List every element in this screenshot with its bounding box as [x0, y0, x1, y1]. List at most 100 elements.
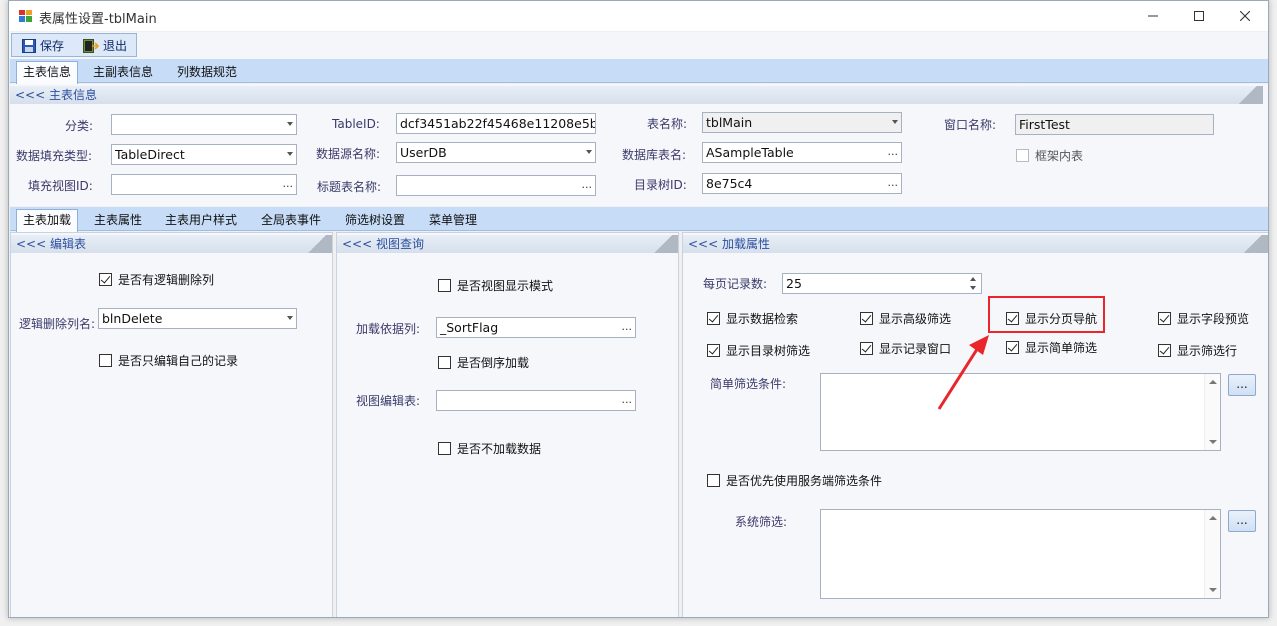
- exit-button[interactable]: 退出: [83, 37, 127, 54]
- treeid-value: 8e75c4: [706, 176, 753, 191]
- close-button[interactable]: [1222, 1, 1268, 31]
- datasource-value: UserDB: [400, 145, 447, 160]
- tab-menu-manage[interactable]: 菜单管理: [423, 210, 483, 231]
- tableid-field[interactable]: dcf3451ab22f45468e11208e5b849: [396, 113, 596, 134]
- ellipsis-icon[interactable]: ...: [283, 175, 294, 192]
- system-filter-browse-button[interactable]: ...: [1228, 510, 1256, 532]
- has-logic-delete-checkbox[interactable]: 是否有逻辑删除列: [99, 271, 214, 287]
- ellipsis-icon[interactable]: ...: [622, 318, 633, 335]
- spinner-arrows-icon[interactable]: [969, 275, 979, 292]
- category-dropdown[interactable]: [111, 114, 297, 135]
- view-query-header-text: <<< 视图查询: [342, 237, 424, 251]
- view-mode-label: 是否视图显示模式: [457, 278, 554, 293]
- desc-load-checkbox[interactable]: 是否倒序加载: [438, 354, 529, 370]
- show-filter-row-checkbox[interactable]: 显示筛选行: [1158, 342, 1237, 358]
- fillview-field[interactable]: ...: [111, 174, 297, 195]
- simple-filter-textarea[interactable]: [820, 373, 1221, 451]
- category-label: 分类:: [65, 119, 94, 133]
- simple-filter-label: 简单筛选条件:: [710, 377, 787, 391]
- dbtable-field[interactable]: ASampleTable ...: [702, 142, 902, 163]
- tab-column-spec[interactable]: 列数据规范: [171, 62, 243, 83]
- frame-inner-label: 框架内表: [1035, 148, 1084, 163]
- simple-filter-browse-button[interactable]: ...: [1228, 374, 1256, 396]
- no-load-checkbox[interactable]: 是否不加载数据: [438, 440, 541, 456]
- titletable-field[interactable]: ...: [396, 175, 596, 196]
- datasource-dropdown[interactable]: UserDB: [396, 142, 596, 163]
- header-corner: [302, 235, 332, 253]
- ellipsis-icon[interactable]: ...: [582, 176, 593, 193]
- main-info-header-text: <<< 主表信息: [15, 88, 97, 102]
- main-info-header: <<< 主表信息: [10, 86, 1263, 104]
- ellipsis-icon[interactable]: ...: [888, 143, 899, 160]
- show-simple-filter-checkbox[interactable]: 显示简单筛选: [1006, 339, 1097, 355]
- tab-main-sub-info[interactable]: 主副表信息: [87, 62, 159, 83]
- minimize-button[interactable]: [1130, 1, 1176, 31]
- load-by-label: 加载依据列:: [356, 322, 421, 336]
- tab-user-style[interactable]: 主表用户样式: [159, 210, 243, 231]
- desc-load-label: 是否倒序加载: [457, 355, 530, 370]
- load-by-field[interactable]: _SortFlag ...: [436, 317, 636, 338]
- dbtable-label: 数据库表名:: [622, 148, 687, 162]
- tablename-dropdown[interactable]: tblMain: [702, 112, 902, 133]
- page-size-spinner[interactable]: 25: [782, 273, 982, 294]
- show-adv-filter-checkbox[interactable]: 显示高级筛选: [860, 310, 951, 326]
- ellipsis-icon[interactable]: ...: [622, 391, 633, 408]
- view-edit-label: 视图编辑表:: [356, 394, 421, 408]
- sub-tab-strip: 主表加载 主表属性 主表用户样式 全局表事件 筛选树设置 菜单管理: [10, 207, 1268, 232]
- treeid-label: 目录树ID:: [634, 178, 687, 192]
- scrollbar[interactable]: [1204, 510, 1220, 598]
- tablename-label: 表名称:: [647, 117, 688, 131]
- windowname-field[interactable]: FirstTest: [1015, 114, 1214, 135]
- edit-own-only-checkbox[interactable]: 是否只编辑自己的记录: [99, 352, 238, 368]
- tableid-value: dcf3451ab22f45468e11208e5b849: [400, 116, 595, 131]
- filltype-dropdown[interactable]: TableDirect: [111, 144, 297, 165]
- show-tree-filter-label: 显示目录树筛选: [726, 343, 811, 358]
- checkbox-box: [707, 343, 720, 357]
- system-filter-textarea[interactable]: [820, 509, 1221, 599]
- edit-own-only-label: 是否只编辑自己的记录: [118, 353, 239, 368]
- logic-delete-label: 逻辑删除列名:: [19, 317, 96, 331]
- tab-global-events[interactable]: 全局表事件: [255, 210, 327, 231]
- tab-main-info[interactable]: 主表信息: [16, 61, 79, 84]
- tablename-value: tblMain: [706, 115, 753, 130]
- checkbox-box: [438, 441, 451, 455]
- chevron-down-icon: [287, 316, 293, 320]
- chevron-down-icon: [287, 152, 293, 156]
- show-field-preview-label: 显示字段预览: [1177, 311, 1250, 326]
- show-field-preview-checkbox[interactable]: 显示字段预览: [1158, 310, 1249, 326]
- tab-main-load[interactable]: 主表加载: [16, 209, 79, 232]
- view-mode-checkbox[interactable]: 是否视图显示模式: [438, 277, 553, 293]
- scrollbar[interactable]: [1204, 374, 1220, 450]
- maximize-icon: [1194, 11, 1204, 21]
- annotation-highlight-box: [988, 296, 1105, 333]
- table-app-icon: [19, 10, 32, 22]
- save-label: 保存: [40, 39, 65, 53]
- load-by-value: _SortFlag: [440, 320, 499, 335]
- header-corner: [648, 235, 678, 253]
- tab-filter-tree[interactable]: 筛选树设置: [339, 210, 411, 231]
- checkbox-box: [438, 278, 451, 292]
- checkbox-box: [1158, 311, 1171, 325]
- show-search-checkbox[interactable]: 显示数据检索: [707, 310, 798, 326]
- annotation-arrow-icon: [937, 335, 989, 410]
- windowname-label: 窗口名称:: [944, 118, 997, 132]
- save-button[interactable]: 保存: [22, 37, 64, 54]
- logic-delete-dropdown[interactable]: blnDelete: [98, 308, 297, 329]
- chevron-down-icon: [287, 122, 293, 126]
- server-filter-first-checkbox[interactable]: 是否优先使用服务端筛选条件: [707, 472, 882, 488]
- maximize-button[interactable]: [1176, 1, 1222, 31]
- tab-main-props[interactable]: 主表属性: [88, 210, 148, 231]
- fillview-label: 填充视图ID:: [28, 179, 93, 193]
- checkbox-box: [1158, 343, 1171, 357]
- frame-inner-checkbox[interactable]: 框架内表: [1016, 147, 1083, 163]
- show-tree-filter-checkbox[interactable]: 显示目录树筛选: [707, 342, 810, 358]
- checkbox-box: [707, 473, 720, 487]
- treeid-field[interactable]: 8e75c4 ...: [702, 173, 902, 194]
- view-query-header: <<< 视图查询: [337, 235, 678, 253]
- windowname-value: FirstTest: [1019, 117, 1070, 132]
- ellipsis-icon[interactable]: ...: [888, 174, 899, 191]
- datasource-label: 数据源名称:: [316, 147, 381, 161]
- header-corner: [1238, 235, 1268, 253]
- view-edit-field[interactable]: ...: [436, 390, 636, 411]
- load-props-panel: <<< 加载属性 每页记录数: 25 显示数据检索 显示高级筛选 显示分页导航 …: [682, 232, 1268, 617]
